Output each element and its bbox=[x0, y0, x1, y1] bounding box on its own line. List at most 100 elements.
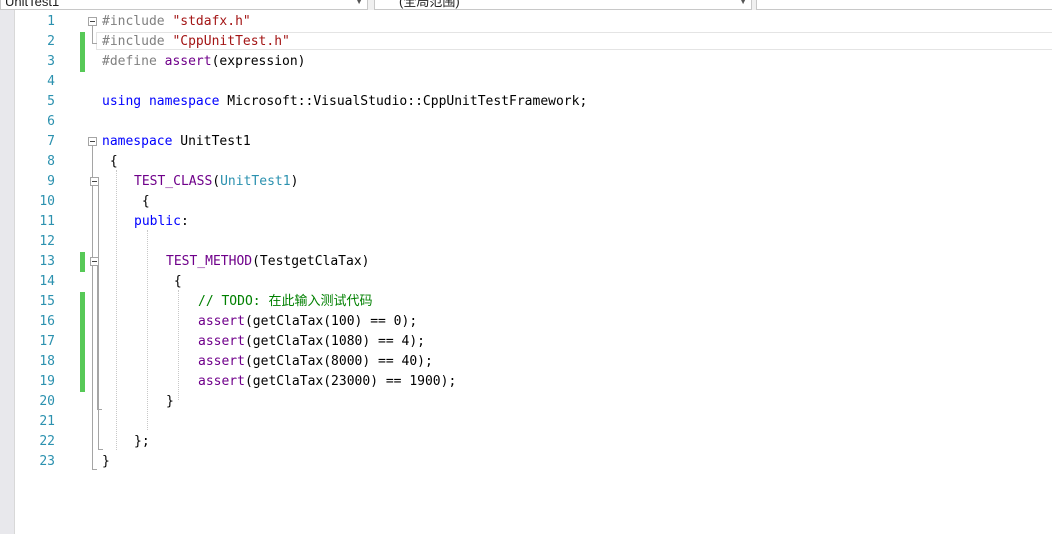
type-name: UnitTest1 bbox=[220, 174, 291, 189]
project-dropdown-value: UnitTest1 bbox=[5, 0, 60, 9]
line-number: 5 bbox=[47, 94, 55, 109]
string-literal: "CppUnitTest.h" bbox=[172, 34, 290, 49]
keyword: using bbox=[102, 94, 142, 109]
code-line: }; bbox=[134, 432, 150, 452]
brace: { bbox=[109, 154, 118, 169]
macro-name: TEST_METHOD bbox=[166, 254, 253, 269]
line-number: 20 bbox=[39, 394, 55, 409]
code-line: } bbox=[166, 392, 174, 412]
line-number: 13 bbox=[39, 254, 55, 269]
code-text: (getClaTax(23000) == 1900); bbox=[244, 374, 457, 389]
code-line: #include "CppUnitTest.h" bbox=[102, 32, 290, 52]
code-comment: // TODO: 在此输入测试代码 bbox=[198, 294, 373, 309]
code-line: assert(getClaTax(8000) == 40); bbox=[198, 352, 433, 372]
navigation-bar: UnitTest1 ▼ (全局范围) ▼ bbox=[0, 0, 1052, 10]
outline-line bbox=[97, 409, 102, 410]
brace: { bbox=[173, 274, 182, 289]
chevron-down-icon[interactable]: ▼ bbox=[739, 0, 747, 9]
collapse-toggle-icon[interactable] bbox=[90, 257, 99, 266]
line-number: 17 bbox=[39, 334, 55, 349]
editor-margin-strip bbox=[0, 10, 15, 534]
keyword: public bbox=[134, 214, 181, 229]
outline-line bbox=[97, 265, 98, 409]
brace: }; bbox=[134, 434, 150, 449]
collapse-toggle-icon[interactable] bbox=[88, 137, 97, 146]
chevron-down-icon[interactable]: ▼ bbox=[355, 0, 363, 9]
macro-name: TEST_CLASS bbox=[134, 174, 213, 189]
change-marker bbox=[80, 32, 85, 72]
macro-name: assert bbox=[198, 354, 245, 369]
code-line: assert(getClaTax(1080) == 4); bbox=[198, 332, 425, 352]
line-number: 6 bbox=[47, 114, 55, 129]
code-text: UnitTest1 bbox=[172, 134, 251, 149]
code-line: #include "stdafx.h" bbox=[102, 12, 251, 32]
line-number: 9 bbox=[47, 174, 55, 189]
preprocessor-directive: #include bbox=[102, 14, 173, 29]
code-line: { bbox=[102, 152, 118, 172]
line-number: 14 bbox=[39, 274, 55, 289]
brace: { bbox=[141, 194, 150, 209]
line-number: 10 bbox=[39, 194, 55, 209]
preprocessor-directive: #define bbox=[102, 54, 165, 69]
brace: } bbox=[166, 394, 174, 409]
code-line: { bbox=[166, 272, 182, 292]
preprocessor-directive: #include bbox=[102, 34, 173, 49]
outline-line bbox=[92, 25, 93, 43]
indent-guide bbox=[116, 170, 117, 450]
line-number: 22 bbox=[39, 434, 55, 449]
macro-name: assert bbox=[198, 314, 245, 329]
indent-guide bbox=[147, 230, 148, 430]
outline-line bbox=[98, 449, 103, 450]
line-number: 23 bbox=[39, 454, 55, 469]
code-line: assert(getClaTax(100) == 0); bbox=[198, 312, 417, 332]
code-text: (getClaTax(100) == 0); bbox=[244, 314, 418, 329]
line-number: 2 bbox=[47, 34, 55, 49]
line-number: 15 bbox=[39, 294, 55, 309]
line-number: 21 bbox=[39, 414, 55, 429]
string-literal: "stdafx.h" bbox=[172, 14, 251, 29]
code-line: { bbox=[134, 192, 150, 212]
macro-name: assert bbox=[164, 54, 212, 69]
brace: } bbox=[102, 454, 110, 469]
project-dropdown[interactable]: UnitTest1 ▼ bbox=[0, 0, 368, 10]
macro-name: assert bbox=[198, 374, 245, 389]
code-text: (getClaTax(8000) == 40); bbox=[244, 354, 433, 369]
outline-line bbox=[92, 469, 97, 470]
macro-name: assert bbox=[198, 334, 245, 349]
collapse-toggle-icon[interactable] bbox=[88, 17, 97, 26]
code-line: TEST_CLASS(UnitTest1) bbox=[134, 172, 298, 192]
line-number: 18 bbox=[39, 354, 55, 369]
line-number: 11 bbox=[39, 214, 55, 229]
member-dropdown[interactable] bbox=[756, 0, 1052, 10]
code-text: (expression) bbox=[211, 54, 306, 69]
code-line: public: bbox=[134, 212, 189, 232]
outline-line bbox=[92, 145, 93, 469]
code-line: namespace UnitTest1 bbox=[102, 132, 251, 152]
code-line: TEST_METHOD(TestgetClaTax) bbox=[166, 252, 370, 272]
code-line: assert(getClaTax(23000) == 1900); bbox=[198, 372, 456, 392]
line-number: 1 bbox=[47, 14, 55, 29]
line-number: 12 bbox=[39, 234, 55, 249]
code-line: // TODO: 在此输入测试代码 bbox=[198, 292, 372, 312]
keyword: namespace bbox=[148, 94, 220, 109]
change-marker bbox=[80, 252, 85, 272]
code-line: } bbox=[102, 452, 110, 472]
keyword: namespace bbox=[102, 134, 173, 149]
code-line: #define assert(expression) bbox=[102, 52, 306, 72]
code-text: Microsoft::VisualStudio::CppUnitTestFram… bbox=[227, 94, 588, 109]
line-number: 16 bbox=[39, 314, 55, 329]
line-number: 8 bbox=[47, 154, 55, 169]
indent-guide bbox=[178, 290, 179, 400]
change-marker bbox=[80, 292, 85, 392]
line-number: 4 bbox=[47, 74, 55, 89]
outline-line bbox=[92, 43, 97, 44]
code-line: using namespace Microsoft::VisualStudio:… bbox=[102, 92, 587, 112]
line-number: 3 bbox=[47, 54, 55, 69]
collapse-toggle-icon[interactable] bbox=[90, 177, 99, 186]
code-text: (getClaTax(1080) == 4); bbox=[244, 334, 425, 349]
code-text: ) bbox=[290, 174, 299, 189]
scope-dropdown-value: (全局范围) bbox=[399, 0, 460, 9]
scope-dropdown[interactable]: (全局范围) ▼ bbox=[374, 0, 752, 10]
code-text: ( bbox=[212, 174, 221, 189]
line-number: 19 bbox=[39, 374, 55, 389]
